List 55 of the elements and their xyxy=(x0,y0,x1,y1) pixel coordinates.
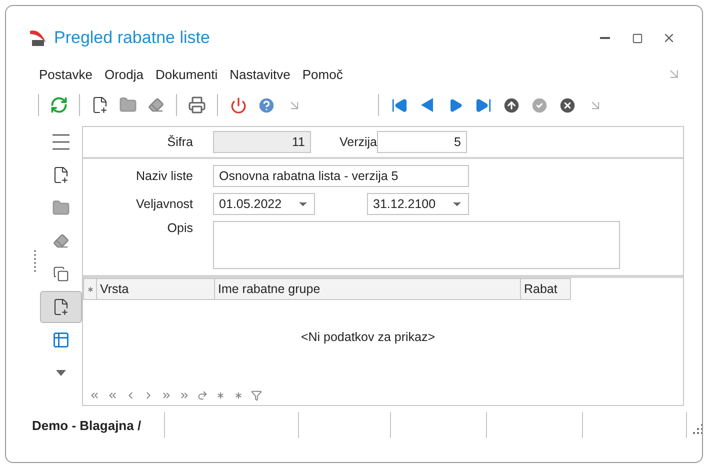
refresh-icon xyxy=(50,96,68,114)
new-document-icon xyxy=(52,298,70,316)
column-header[interactable]: Ime rabatne grupe xyxy=(215,278,521,300)
copy-icon xyxy=(53,266,69,282)
window-title: Pregled rabatne liste xyxy=(54,28,211,48)
new-document-icon xyxy=(91,96,109,114)
power-icon xyxy=(230,96,246,114)
close-icon xyxy=(662,31,676,45)
menu-item[interactable]: Orodja xyxy=(98,66,150,82)
date-field[interactable]: 01.05.2022 xyxy=(213,193,315,215)
field-label: Veljavnost xyxy=(135,197,194,211)
cancel-icon xyxy=(558,96,576,114)
field-label: Šifra xyxy=(166,135,194,149)
maximize-icon xyxy=(632,32,642,44)
eraser-icon xyxy=(148,97,164,113)
empty-message: <Ni podatkov za prikaz> xyxy=(300,330,436,344)
asterisk-icon[interactable] xyxy=(233,390,244,401)
field-label: Verzija xyxy=(338,135,378,149)
first-icon xyxy=(390,96,408,114)
menu-item[interactable]: Dokumenti xyxy=(150,66,224,82)
last-icon xyxy=(474,96,492,114)
folder-icon xyxy=(52,199,70,217)
first-icon[interactable] xyxy=(89,390,100,401)
new-document-icon xyxy=(52,166,70,184)
status-text: Demo - Blagajna / xyxy=(32,412,165,438)
minimize-icon xyxy=(600,37,610,39)
sidebar-button[interactable] xyxy=(40,291,82,323)
help-icon xyxy=(256,96,276,114)
redo-icon[interactable] xyxy=(197,390,208,401)
caret-icon xyxy=(56,370,66,376)
asterisk-icon xyxy=(86,284,94,294)
menu-item[interactable]: Pomoč xyxy=(296,66,349,82)
next-icon xyxy=(448,98,462,112)
folder-icon xyxy=(119,96,137,114)
app-logo-icon xyxy=(28,28,48,48)
date-field[interactable]: 31.12.2100 xyxy=(367,193,469,215)
menu-item[interactable]: Postavke xyxy=(33,66,98,82)
input-field[interactable]: Osnovna rabatna lista - verzija 5 xyxy=(213,165,469,187)
last-icon[interactable] xyxy=(179,390,190,401)
field-label: Opis xyxy=(166,221,194,235)
column-header[interactable]: Rabat xyxy=(521,278,571,300)
column-header[interactable]: Vrsta xyxy=(97,278,215,300)
menu-item[interactable]: Nastavitve xyxy=(224,66,296,82)
double-right-icon[interactable] xyxy=(161,390,172,401)
column-header[interactable] xyxy=(83,278,97,300)
check-icon xyxy=(530,96,548,114)
eraser-icon xyxy=(53,233,69,249)
filter-icon[interactable] xyxy=(251,390,262,401)
double-left-icon[interactable] xyxy=(107,390,118,401)
previous-icon xyxy=(421,98,433,112)
printer-icon xyxy=(188,96,206,114)
resize-grip-icon xyxy=(693,424,702,434)
asterisk-icon[interactable] xyxy=(215,390,226,401)
field-label: Naziv liste xyxy=(135,169,194,183)
input-field[interactable]: 5 xyxy=(377,131,467,153)
